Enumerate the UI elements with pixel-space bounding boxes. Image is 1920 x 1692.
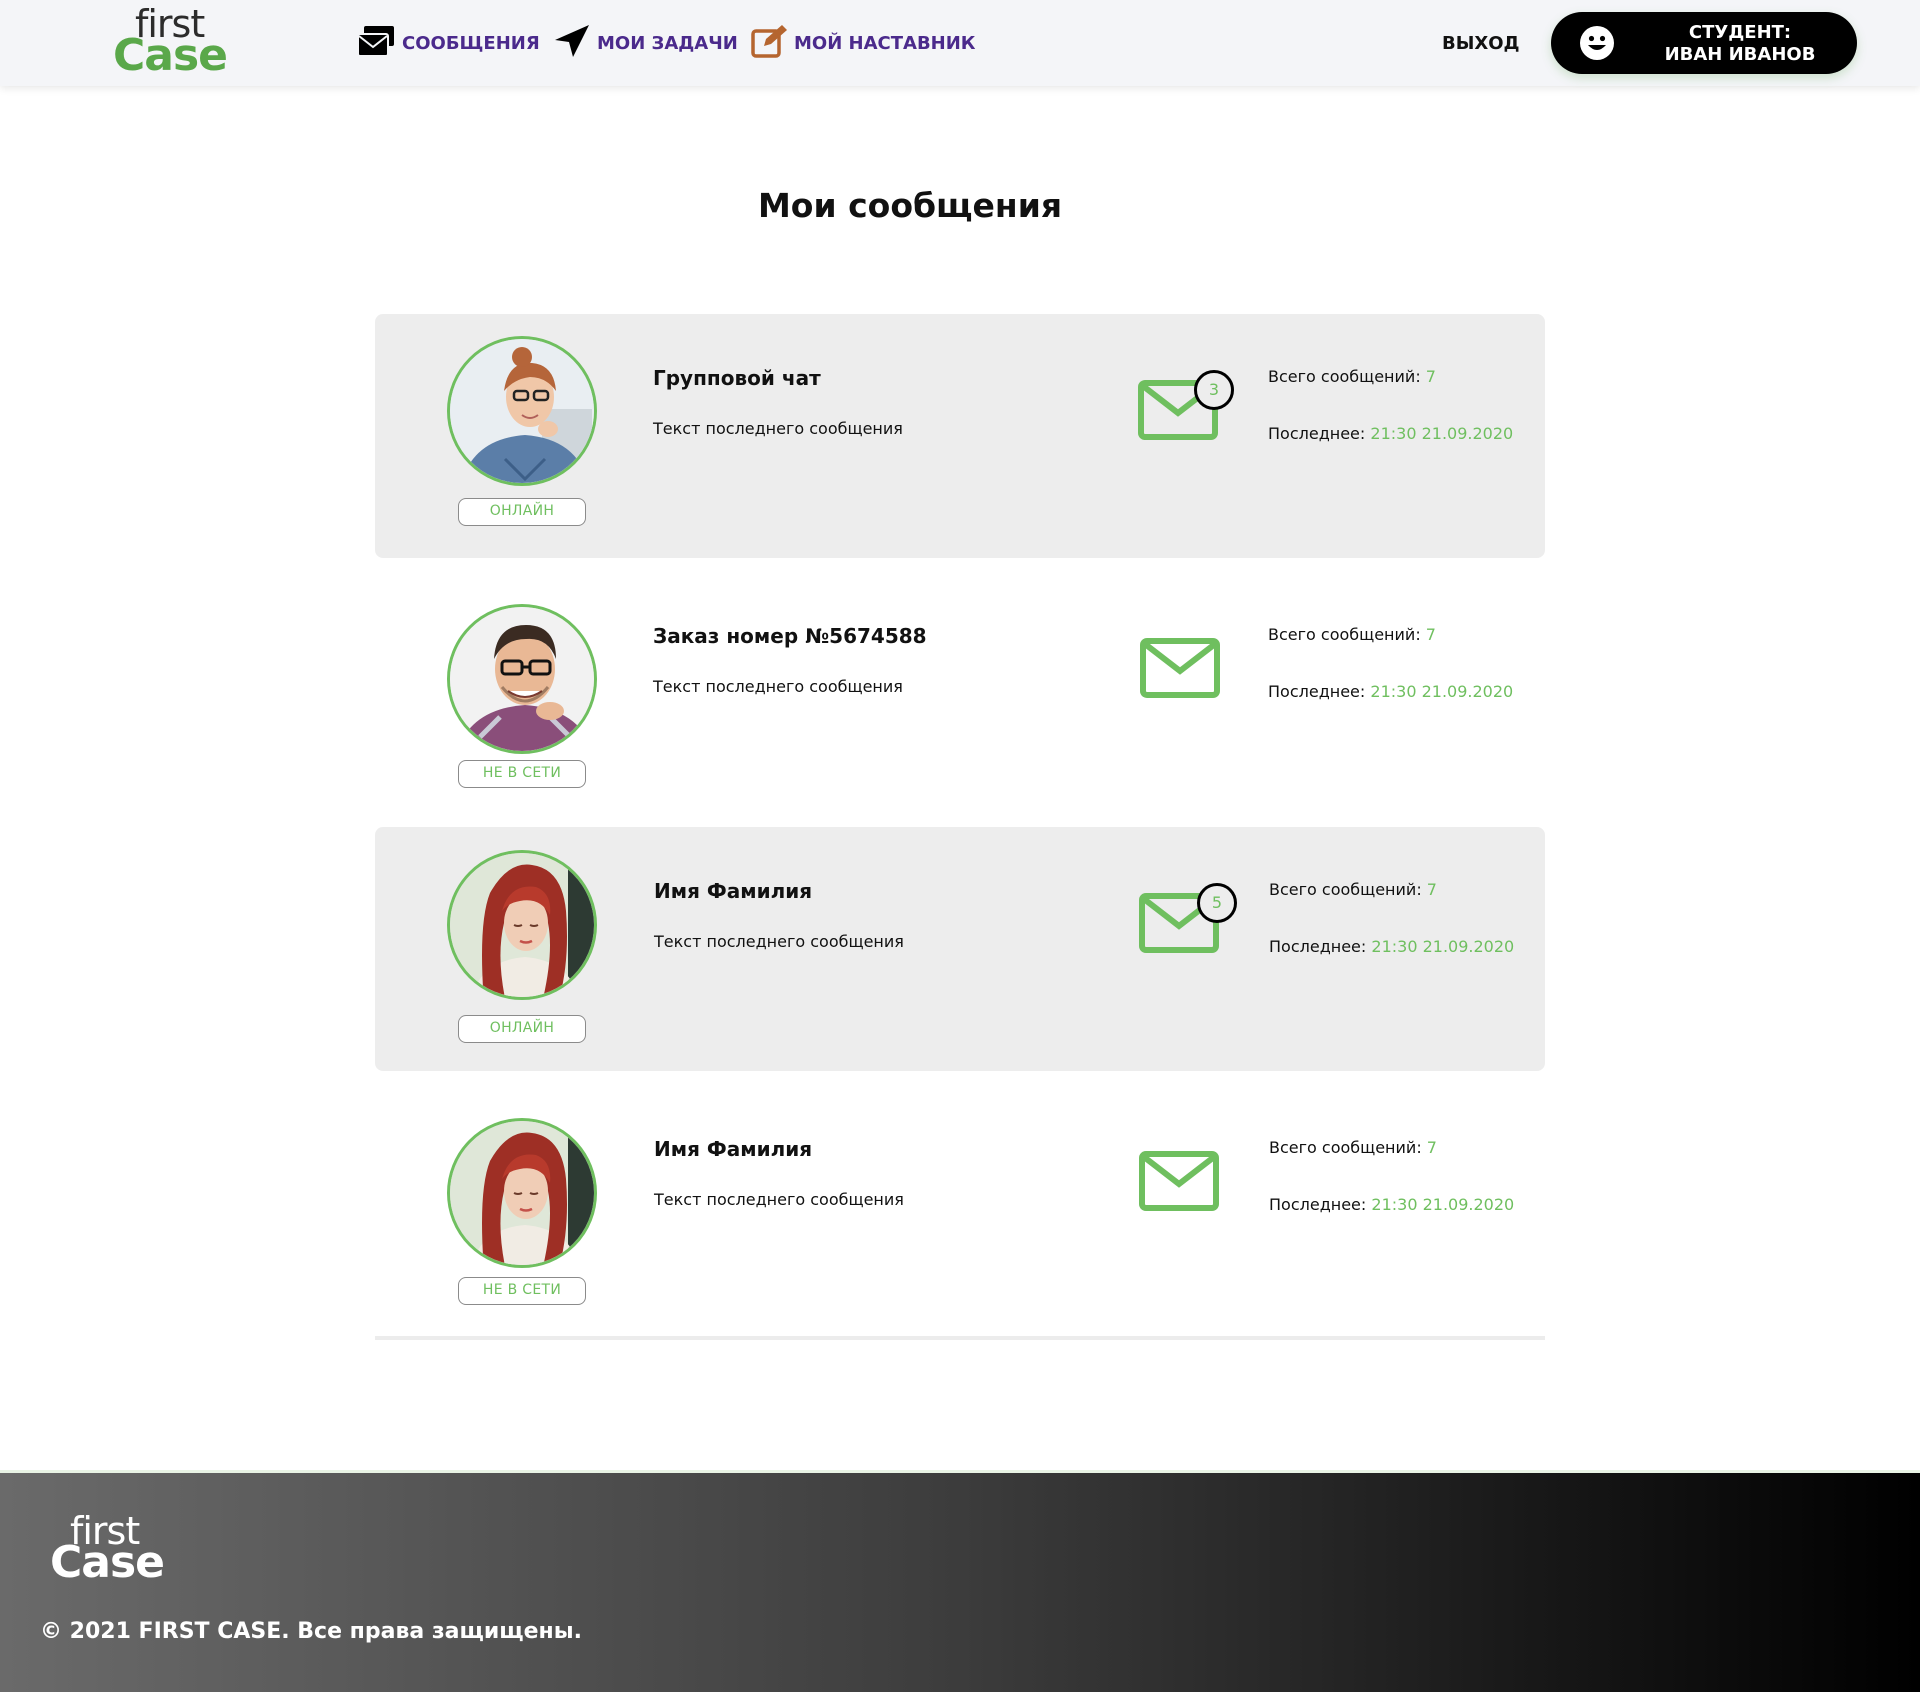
last-label: Последнее: bbox=[1268, 424, 1366, 443]
chat-last-message: Текст последнего сообщения bbox=[653, 419, 903, 438]
edit-icon bbox=[750, 24, 788, 62]
user-name: ИВАН ИВАНОВ bbox=[1664, 44, 1816, 65]
total-messages: Всего сообщений: 7 bbox=[1269, 880, 1437, 899]
list-divider bbox=[375, 1336, 1545, 1340]
total-value: 7 bbox=[1425, 625, 1436, 644]
brand-logo[interactable]: first Case bbox=[113, 2, 228, 81]
chat-row[interactable]: ОНЛАЙН Групповой чат Текст последнего со… bbox=[375, 314, 1545, 558]
last-label: Последнее: bbox=[1269, 937, 1367, 956]
total-value: 7 bbox=[1426, 880, 1437, 899]
user-profile-button[interactable]: СТУДЕНТ: ИВАН ИВАНОВ bbox=[1551, 12, 1857, 74]
last-message-time: Последнее: 21:30 21.09.2020 bbox=[1268, 424, 1513, 443]
chat-row[interactable]: ОНЛАЙН Имя Фамилия Текст последнего сооб… bbox=[375, 827, 1545, 1071]
total-value: 7 bbox=[1425, 367, 1436, 386]
last-value: 21:30 21.09.2020 bbox=[1370, 682, 1514, 701]
avatar bbox=[447, 604, 597, 754]
nav-messages-label: СООБЩЕНИЯ bbox=[402, 32, 540, 54]
last-value: 21:30 21.09.2020 bbox=[1371, 937, 1515, 956]
top-header: first Case СООБЩЕНИЯ МОИ ЗАДАЧИ МОЙ НАСТ… bbox=[0, 0, 1920, 86]
page-title: Мои сообщения bbox=[757, 186, 1063, 225]
total-label: Всего сообщений: bbox=[1268, 367, 1421, 386]
footer: first Case © 2021 FIRST CASE. Все права … bbox=[0, 1470, 1920, 1692]
logo-case-text: Case bbox=[113, 30, 228, 81]
chat-row[interactable]: НЕ В СЕТИ Имя Фамилия Текст последнего с… bbox=[375, 1085, 1545, 1329]
last-label: Последнее: bbox=[1269, 1195, 1367, 1214]
smile-icon bbox=[1579, 25, 1615, 61]
logout-link[interactable]: ВЫХОД bbox=[1442, 33, 1520, 54]
total-label: Всего сообщений: bbox=[1268, 625, 1421, 644]
last-message-time: Последнее: 21:30 21.09.2020 bbox=[1269, 1195, 1514, 1214]
chat-title: Имя Фамилия bbox=[654, 1137, 813, 1161]
nav-tasks-label: МОИ ЗАДАЧИ bbox=[597, 32, 738, 54]
footer-logo[interactable]: first Case bbox=[50, 1509, 165, 1588]
nav-mentor[interactable]: МОЙ НАСТАВНИК bbox=[750, 24, 976, 62]
status-badge: ОНЛАЙН bbox=[458, 498, 586, 526]
last-value: 21:30 21.09.2020 bbox=[1371, 1195, 1515, 1214]
footer-logo-case-text: Case bbox=[50, 1537, 165, 1588]
last-message-time: Последнее: 21:30 21.09.2020 bbox=[1269, 937, 1514, 956]
paper-plane-icon bbox=[553, 24, 591, 62]
chat-row[interactable]: НЕ В СЕТИ Заказ номер №5674588 Текст пос… bbox=[375, 572, 1545, 816]
avatar bbox=[447, 850, 597, 1000]
total-value: 7 bbox=[1426, 1138, 1437, 1157]
chat-title: Имя Фамилия bbox=[654, 879, 813, 903]
last-value: 21:30 21.09.2020 bbox=[1370, 424, 1514, 443]
chat-title: Заказ номер №5674588 bbox=[653, 624, 927, 648]
total-messages: Всего сообщений: 7 bbox=[1268, 367, 1436, 386]
chat-last-message: Текст последнего сообщения bbox=[654, 932, 904, 951]
chat-last-message: Текст последнего сообщения bbox=[653, 677, 903, 696]
status-badge: НЕ В СЕТИ bbox=[458, 1277, 586, 1305]
unread-count-badge: 5 bbox=[1197, 883, 1237, 923]
envelope-icon bbox=[1139, 1151, 1219, 1211]
avatar bbox=[447, 336, 597, 486]
total-label: Всего сообщений: bbox=[1269, 880, 1422, 899]
chat-title: Групповой чат bbox=[653, 366, 821, 390]
total-messages: Всего сообщений: 7 bbox=[1269, 1138, 1437, 1157]
envelope-icon bbox=[1140, 638, 1220, 698]
chat-last-message: Текст последнего сообщения bbox=[654, 1190, 904, 1209]
nav-messages[interactable]: СООБЩЕНИЯ bbox=[356, 26, 540, 60]
avatar bbox=[447, 1118, 597, 1268]
nav-mentor-label: МОЙ НАСТАВНИК bbox=[794, 32, 976, 54]
status-badge: ОНЛАЙН bbox=[458, 1015, 586, 1043]
last-message-time: Последнее: 21:30 21.09.2020 bbox=[1268, 682, 1513, 701]
messages-icon bbox=[356, 24, 396, 62]
status-badge: НЕ В СЕТИ bbox=[458, 760, 586, 788]
total-label: Всего сообщений: bbox=[1269, 1138, 1422, 1157]
unread-count-badge: 3 bbox=[1194, 370, 1234, 410]
user-role: СТУДЕНТ: bbox=[1688, 22, 1792, 43]
copyright-text: © 2021 FIRST CASE. Все права защищены. bbox=[40, 1619, 582, 1644]
nav-tasks[interactable]: МОИ ЗАДАЧИ bbox=[553, 24, 738, 62]
total-messages: Всего сообщений: 7 bbox=[1268, 625, 1436, 644]
user-role-name: СТУДЕНТ: ИВАН ИВАНОВ bbox=[1635, 22, 1845, 66]
last-label: Последнее: bbox=[1268, 682, 1366, 701]
